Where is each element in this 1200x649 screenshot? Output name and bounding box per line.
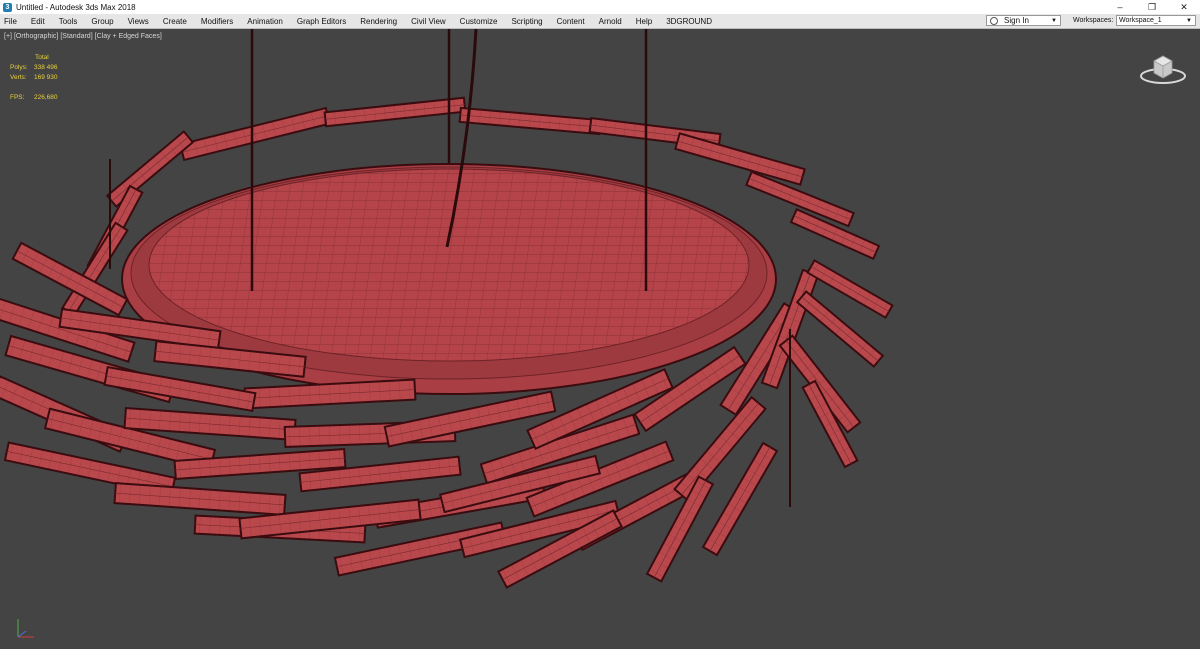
workspace-select[interactable]: Workspace_1 ▼ [1116, 15, 1196, 26]
workspace-value: Workspace_1 [1119, 17, 1162, 24]
polys-label: Polys: [10, 64, 28, 71]
front-plank [103, 365, 257, 413]
menu-item-animation[interactable]: Animation [247, 17, 283, 26]
stats-header: Total [35, 54, 49, 61]
front-plank [113, 482, 287, 516]
menu-item-content[interactable]: Content [557, 17, 585, 26]
viewport-label: [+] [Orthographic] [Standard] [Clay + Ed… [4, 33, 164, 40]
menu-item-scripting[interactable]: Scripting [511, 17, 542, 26]
window-title: Untitled - Autodesk 3ds Max 2018 [16, 2, 136, 12]
verts-value: 169 930 [34, 74, 58, 81]
viewport-display-mode[interactable]: [Clay + Edged Faces] [95, 33, 162, 40]
fps-value: 226,680 [34, 94, 58, 101]
window-controls: – ❐ ✕ [1104, 0, 1200, 14]
title-bar: 3 Untitled - Autodesk 3ds Max 2018 – ❐ ✕ [0, 0, 1200, 15]
back-plank-edge [677, 140, 803, 178]
back-plank-edge [111, 136, 189, 202]
menu-item-create[interactable]: Create [163, 17, 187, 26]
fps-label: FPS: [10, 94, 25, 101]
app-logo-icon: 3 [3, 2, 12, 12]
viewport-menu-plus[interactable]: [+] [4, 33, 12, 40]
workspaces-label: Workspaces: [1073, 17, 1114, 24]
back-plank [458, 106, 602, 136]
front-plank [243, 378, 417, 410]
menu-item-graph-editors[interactable]: Graph Editors [297, 17, 346, 26]
statistics-overlay: Total Polys: 338 496 Verts: 169 930 FPS: 22… [10, 53, 58, 103]
user-icon [990, 16, 998, 25]
menu-item-rendering[interactable]: Rendering [360, 17, 397, 26]
nest-model[interactable] [0, 29, 1200, 649]
menu-item-modifiers[interactable]: Modifiers [201, 17, 233, 26]
front-plank-edge [6, 451, 174, 487]
maximize-button[interactable]: ❐ [1136, 0, 1168, 14]
close-button[interactable]: ✕ [1168, 0, 1200, 14]
verts-label: Verts: [10, 74, 27, 81]
menu-item-edit[interactable]: Edit [31, 17, 45, 26]
menu-item-file[interactable]: File [4, 17, 17, 26]
back-plank-edge [182, 115, 328, 153]
back-plank [674, 132, 806, 186]
menu-item-customize[interactable]: Customize [460, 17, 498, 26]
back-plank [179, 106, 331, 162]
menu-item-group[interactable]: Group [91, 17, 113, 26]
menu-item-arnold[interactable]: Arnold [599, 17, 622, 26]
menu-item-3dground[interactable]: 3DGROUND [666, 17, 712, 26]
viewport-shading-standard[interactable]: [Standard] [60, 33, 92, 40]
seat-surface [148, 168, 750, 362]
polys-value: 338 496 [34, 64, 58, 71]
menu-item-civil-view[interactable]: Civil View [411, 17, 446, 26]
back-plank [105, 130, 195, 208]
perspective-viewport[interactable]: [+] [Orthographic] [Standard] [Clay + Ed… [0, 29, 1200, 649]
sign-in-dropdown[interactable]: Sign In ▼ [986, 15, 1061, 26]
menu-item-help[interactable]: Help [636, 17, 652, 26]
viewcube-icon[interactable] [1136, 49, 1190, 89]
axis-tripod-icon [17, 619, 34, 638]
menu-item-tools[interactable]: Tools [59, 17, 78, 26]
viewport-point-of-view[interactable]: [Orthographic] [14, 33, 58, 40]
chevron-down-icon: ▼ [1051, 17, 1057, 24]
minimize-button[interactable]: – [1104, 0, 1136, 14]
menu-bar: File Edit Tools Group Views Create Modifiers An… [0, 14, 1200, 29]
menu-item-views[interactable]: Views [128, 17, 149, 26]
back-plank [323, 96, 467, 128]
main-menu: File Edit Tools Group Views Create Modifiers An… [4, 14, 726, 28]
chevron-down-icon: ▼ [1186, 18, 1192, 24]
sign-in-label: Sign In [1004, 16, 1029, 25]
